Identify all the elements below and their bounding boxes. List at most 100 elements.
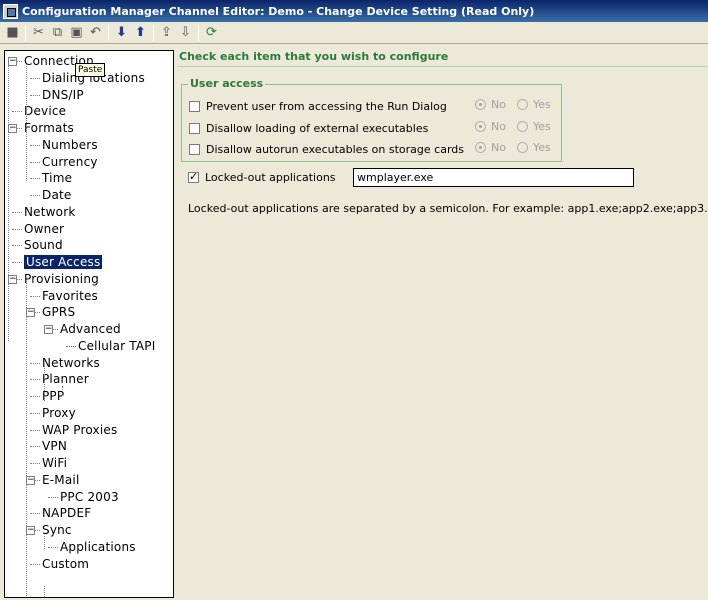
tree-expander-icon[interactable]: −	[8, 57, 17, 66]
locked-out-row: Locked-out applications	[188, 169, 336, 185]
tree-item-planner[interactable]: Planner	[42, 371, 89, 387]
run-dialog-checkbox[interactable]	[189, 100, 200, 112]
tree-item-ppc-2003[interactable]: PPC 2003	[60, 489, 119, 505]
tree-item-label: Cellular TAPI	[78, 338, 156, 353]
autorun-checkbox[interactable]	[189, 143, 200, 155]
tree-connector	[12, 111, 22, 113]
tree-item-e-mail[interactable]: E-Mail	[42, 472, 80, 488]
option-label: Disallow loading of external executables	[206, 121, 429, 135]
radio-dot	[517, 99, 528, 110]
tree-expander-icon[interactable]: −	[8, 274, 17, 284]
tree-item-label: Applications	[60, 539, 136, 554]
tree-guide-line	[62, 386, 63, 396]
tree-guide-line	[44, 586, 45, 597]
save-icon[interactable]: ■	[3, 24, 22, 42]
tree-item-napdef[interactable]: NAPDEF	[42, 505, 91, 521]
window-title: Configuration Manager Channel Editor: De…	[22, 4, 535, 18]
tree-item-label: VPN	[42, 439, 68, 454]
external-exe-yes-radio[interactable]: Yes	[517, 120, 551, 133]
divider	[177, 66, 708, 67]
autorun-yes-radio[interactable]: Yes	[517, 141, 551, 154]
run-dialog-no-radio[interactable]: No	[475, 98, 506, 111]
tree-expander-icon[interactable]: −	[44, 325, 53, 334]
tree-guide-line	[8, 63, 9, 341]
tree-connector	[30, 94, 40, 96]
tree-item-label: Provisioning	[24, 271, 99, 286]
option-label: Disallow autorun executables on storage …	[206, 142, 464, 156]
run-dialog-yes-radio[interactable]: Yes	[517, 98, 551, 111]
tree-connector	[30, 161, 40, 163]
tree-item-custom[interactable]: Custom	[42, 556, 89, 572]
tree-item-label: PPP	[42, 389, 65, 403]
option-label: Prevent user from accessing the Run Dial…	[206, 99, 447, 113]
tree-item-label: Network	[24, 204, 76, 219]
settings-tree[interactable]: Connection − Dialing locations DNS/IP Device…	[4, 50, 174, 598]
tree-item-advanced[interactable]: Advanced	[60, 321, 121, 337]
copy-icon[interactable]: ⧉	[48, 24, 67, 42]
undo-icon[interactable]: ↶	[86, 24, 105, 42]
tree-item-formats[interactable]: Formats	[24, 120, 74, 136]
tree-connector	[30, 446, 40, 448]
tree-item-provisioning[interactable]: Provisioning	[24, 271, 99, 287]
tree-item-sync[interactable]: Sync	[42, 522, 72, 538]
locked-out-checkbox[interactable]	[188, 170, 199, 183]
tree-item-network[interactable]: Network	[24, 204, 76, 220]
tree-guide-line	[44, 536, 45, 549]
tree-item-vpn[interactable]: VPN	[42, 438, 67, 454]
cut-icon[interactable]: ✂	[29, 24, 48, 42]
tree-connector	[48, 546, 58, 548]
tree-connector	[30, 396, 40, 397]
tree-item-wap-proxies[interactable]: WAP Proxies	[42, 422, 117, 438]
tree-expander-icon[interactable]: −	[8, 124, 17, 133]
app-icon	[3, 3, 18, 19]
tree-connector	[30, 563, 40, 565]
tree-item-label: WAP Proxies	[42, 422, 118, 437]
tree-item-proxy[interactable]: Proxy	[42, 405, 76, 421]
locked-out-input[interactable]: wmplayer.exe	[353, 168, 634, 187]
tree-item-applications[interactable]: Applications	[60, 539, 136, 555]
tree-item-sound[interactable]: Sound	[24, 237, 63, 253]
tree-item-networks[interactable]: Networks	[42, 355, 100, 371]
tree-item-label: Owner	[24, 221, 65, 236]
tree-connector	[30, 195, 40, 196]
tree-item-date[interactable]: Date	[42, 187, 71, 203]
tree-expander-icon[interactable]: −	[26, 526, 35, 535]
tree-connector	[30, 77, 40, 79]
tree-item-time[interactable]: Time	[42, 170, 72, 186]
option-row: Disallow autorun executables on storage …	[189, 141, 464, 157]
external-exe-no-radio[interactable]: No	[475, 120, 506, 133]
autorun-no-radio[interactable]: No	[475, 141, 506, 154]
tree-item-numbers[interactable]: Numbers	[42, 137, 98, 153]
toolbar-separator	[25, 24, 26, 41]
tree-item-owner[interactable]: Owner	[24, 221, 64, 237]
help-note: Locked-out applications are separated by…	[188, 202, 708, 215]
tree-item-cellular-tapi[interactable]: Cellular TAPI	[78, 338, 155, 354]
tree-item-gprs[interactable]: GPRS	[42, 304, 75, 320]
tree-item-wifi[interactable]: WiFi	[42, 455, 67, 471]
tree-item-device[interactable]: Device	[24, 103, 66, 119]
tree-expander-icon[interactable]: −	[26, 308, 35, 318]
move-up-icon[interactable]: ⬆	[131, 24, 150, 42]
tree-expander-icon[interactable]: −	[26, 475, 35, 485]
tree-connector	[30, 144, 40, 146]
external-exe-checkbox[interactable]	[189, 122, 200, 134]
tree-guide-line	[44, 366, 45, 401]
paste-icon[interactable]: ▣	[67, 24, 86, 42]
export-icon[interactable]: ⇪	[157, 24, 176, 42]
tree-item-favorites[interactable]: Favorites	[42, 288, 98, 304]
tree-item-label: Proxy	[42, 405, 76, 420]
refresh-icon[interactable]: ⟳	[202, 24, 221, 42]
tree-connector	[30, 178, 40, 180]
tree-connector	[30, 463, 40, 464]
tree-connector	[12, 245, 22, 247]
tree-item-user-access[interactable]: User Access	[24, 254, 103, 270]
radio-dot	[475, 99, 486, 110]
tree-item-dns-ip[interactable]: DNS/IP	[42, 87, 84, 103]
tree-item-currency[interactable]: Currency	[42, 154, 98, 170]
locked-out-label: Locked-out applications	[205, 170, 336, 184]
tree-item-label: E-Mail	[42, 472, 80, 487]
tree-connector	[30, 429, 40, 431]
import-icon[interactable]: ⇩	[176, 24, 195, 42]
move-down-icon[interactable]: ⬇	[112, 24, 131, 42]
tree-item-ppp[interactable]: PPP	[42, 388, 64, 404]
